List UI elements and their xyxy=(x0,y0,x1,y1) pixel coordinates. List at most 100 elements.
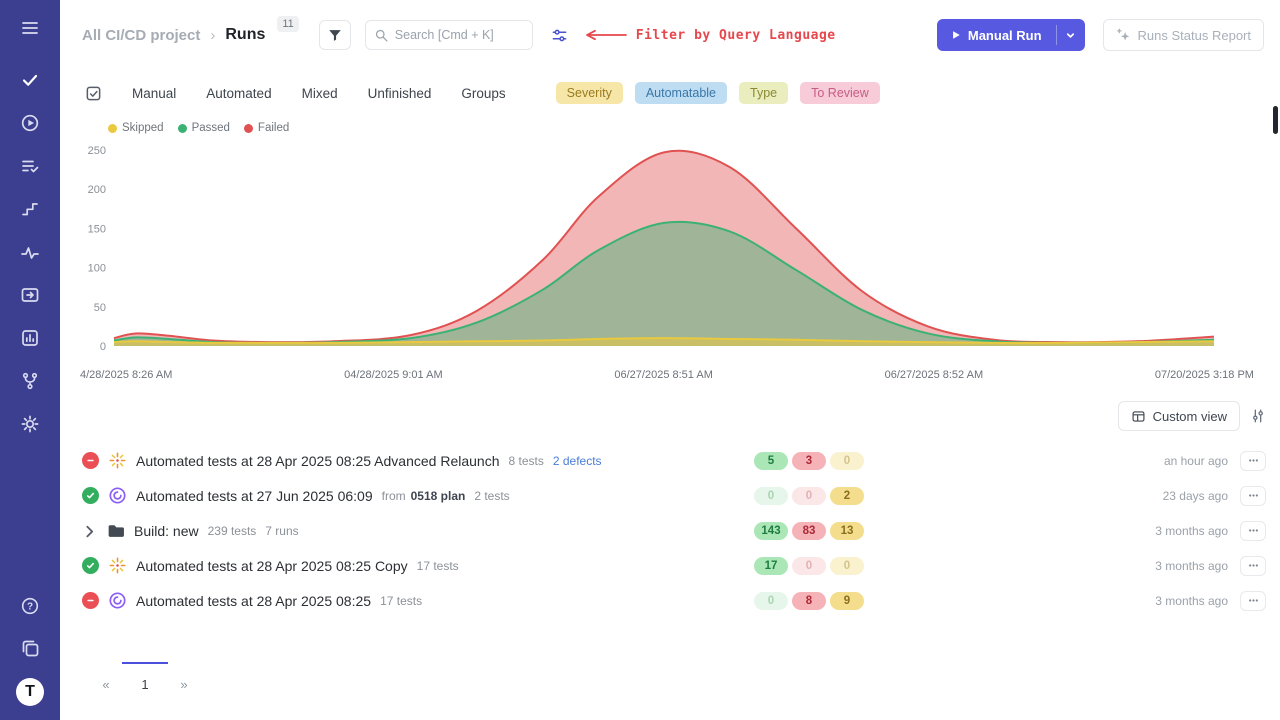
row-menu-button[interactable] xyxy=(1240,521,1266,541)
skipped-count-badge: 0 xyxy=(830,557,864,575)
runs-chart: 050100150200250 xyxy=(74,136,1280,365)
chip-automatable[interactable]: Automatable xyxy=(635,82,727,104)
view-toolbar: Custom view xyxy=(60,401,1266,431)
select-runs-icon[interactable] xyxy=(85,85,102,102)
failed-count-badge: 0 xyxy=(792,557,826,575)
pagination-next[interactable]: » xyxy=(168,662,200,704)
scrollbar-thumb[interactable] xyxy=(1273,106,1278,134)
search-icon xyxy=(374,28,389,43)
runs-status-report-button[interactable]: Runs Status Report xyxy=(1103,19,1264,51)
runs-list: Automated tests at 28 Apr 2025 08:25 Adv… xyxy=(60,443,1280,618)
tab-groups[interactable]: Groups xyxy=(461,86,505,101)
pagination-prev[interactable]: « xyxy=(90,662,122,704)
pulse-icon[interactable] xyxy=(18,240,42,264)
x-tick-label: 06/27/2025 8:52 AM xyxy=(885,369,983,381)
chevron-down-icon xyxy=(1065,30,1076,41)
passed-count-badge: 5 xyxy=(754,452,788,470)
tab-mixed[interactable]: Mixed xyxy=(302,86,338,101)
menu-icon[interactable] xyxy=(18,16,42,40)
run-title[interactable]: Automated tests at 28 Apr 2025 08:25 Cop… xyxy=(136,558,408,574)
projects-icon[interactable] xyxy=(18,636,42,660)
run-tests-count: 8 tests xyxy=(508,454,543,468)
steps-icon[interactable] xyxy=(18,197,42,221)
run-timestamp: an hour ago xyxy=(882,454,1240,468)
swirl-logo-icon xyxy=(108,591,127,610)
sparkle-plus-icon xyxy=(1116,28,1131,43)
play-icon xyxy=(951,30,961,40)
breadcrumb-project[interactable]: All CI/CD project xyxy=(82,27,200,44)
run-title[interactable]: Build: new xyxy=(134,523,199,539)
result-badges: 089 xyxy=(754,592,882,610)
result-badges: 530 xyxy=(754,452,882,470)
row-menu-button[interactable] xyxy=(1240,556,1266,576)
pagination-page-1[interactable]: 1 xyxy=(122,662,168,704)
x-tick-label: 07/20/2025 3:18 PM xyxy=(1155,369,1254,381)
run-row[interactable]: Build: new239 tests7 runs14383133 months… xyxy=(82,513,1266,548)
filter-chips: Severity Automatable Type To Review xyxy=(556,82,880,104)
group-runs-count: 7 runs xyxy=(265,524,298,538)
x-tick-label: 06/27/2025 8:51 AM xyxy=(614,369,712,381)
tab-automated[interactable]: Automated xyxy=(206,86,271,101)
tab-manual[interactable]: Manual xyxy=(132,86,176,101)
gear-icon[interactable] xyxy=(18,412,42,436)
run-title[interactable]: Automated tests at 27 Jun 2025 06:09 xyxy=(136,488,373,504)
search-input[interactable] xyxy=(395,28,524,42)
manual-run-split-button: Manual Run xyxy=(937,19,1085,51)
run-title[interactable]: Automated tests at 28 Apr 2025 08:25 xyxy=(136,593,371,609)
chart-x-axis-labels: 4/28/2025 8:26 AM 04/28/2025 9:01 AM 06/27… xyxy=(80,369,1254,381)
analytics-icon[interactable] xyxy=(18,326,42,350)
run-timestamp: 3 months ago xyxy=(882,524,1240,538)
breadcrumb-separator: › xyxy=(210,27,215,44)
svg-text:0: 0 xyxy=(100,341,106,353)
row-menu-button[interactable] xyxy=(1240,591,1266,611)
query-language-filter-icon[interactable] xyxy=(551,27,568,44)
expand-chevron-icon[interactable] xyxy=(82,523,97,538)
x-tick-label: 4/28/2025 8:26 AM xyxy=(80,369,172,381)
run-list-icon[interactable] xyxy=(18,154,42,178)
legend-passed[interactable]: Passed xyxy=(178,122,230,134)
failed-dot-icon xyxy=(244,124,253,133)
custom-view-button[interactable]: Custom view xyxy=(1118,401,1240,431)
view-settings-icon[interactable] xyxy=(1250,408,1266,424)
fireworks-icon xyxy=(108,451,127,470)
run-row[interactable]: Automated tests at 28 Apr 2025 08:25 17 t… xyxy=(82,583,1266,618)
skipped-dot-icon xyxy=(108,124,117,133)
branch-icon[interactable] xyxy=(18,369,42,393)
run-title[interactable]: Automated tests at 28 Apr 2025 08:25 Adv… xyxy=(136,453,499,469)
chip-to-review[interactable]: To Review xyxy=(800,82,880,104)
run-row[interactable]: Automated tests at 27 Jun 2025 06:09from… xyxy=(82,478,1266,513)
play-circle-icon[interactable] xyxy=(18,111,42,135)
chip-severity[interactable]: Severity xyxy=(556,82,623,104)
manual-run-button[interactable]: Manual Run xyxy=(937,19,1056,51)
legend-skipped[interactable]: Skipped xyxy=(108,122,164,134)
run-defects-link[interactable]: 2 defects xyxy=(553,454,602,468)
run-tests-count: 17 tests xyxy=(380,594,422,608)
run-timestamp: 3 months ago xyxy=(882,559,1240,573)
failed-status-icon xyxy=(82,592,99,609)
run-row-main: Automated tests at 28 Apr 2025 08:25 17 t… xyxy=(82,591,754,610)
passed-count-badge: 17 xyxy=(754,557,788,575)
annotation-text: Filter by Query Language xyxy=(636,28,836,43)
x-tick-label: 04/28/2025 9:01 AM xyxy=(344,369,442,381)
tab-unfinished[interactable]: Unfinished xyxy=(368,86,432,101)
passed-dot-icon xyxy=(178,124,187,133)
app-logo[interactable]: T xyxy=(16,678,44,706)
run-plan-link[interactable]: 0518 plan xyxy=(411,489,466,503)
filter-button[interactable] xyxy=(319,20,351,50)
check-icon[interactable] xyxy=(18,68,42,92)
legend-failed[interactable]: Failed xyxy=(244,122,289,134)
run-row[interactable]: Automated tests at 28 Apr 2025 08:25 Cop… xyxy=(82,548,1266,583)
manual-run-dropdown-button[interactable] xyxy=(1057,19,1085,51)
svg-text:100: 100 xyxy=(88,263,106,275)
row-menu-button[interactable] xyxy=(1240,451,1266,471)
passed-count-badge: 143 xyxy=(754,522,788,540)
skipped-count-badge: 0 xyxy=(830,452,864,470)
run-row[interactable]: Automated tests at 28 Apr 2025 08:25 Adv… xyxy=(82,443,1266,478)
header: All CI/CD project › Runs 11 Filter by Qu… xyxy=(60,0,1280,70)
help-icon[interactable]: ? xyxy=(18,594,42,618)
chip-type[interactable]: Type xyxy=(739,82,788,104)
run-timestamp: 23 days ago xyxy=(882,489,1240,503)
passed-count-badge: 0 xyxy=(754,487,788,505)
row-menu-button[interactable] xyxy=(1240,486,1266,506)
export-icon[interactable] xyxy=(18,283,42,307)
